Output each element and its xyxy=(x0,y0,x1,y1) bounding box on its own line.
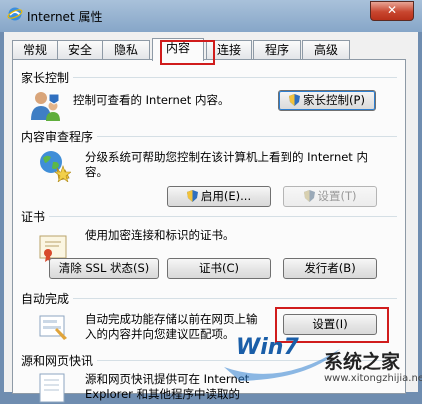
parental-controls-button[interactable]: 家长控制(P) xyxy=(278,90,376,111)
advisor-group-title: 内容审查程序 xyxy=(21,128,98,145)
autocomplete-icon xyxy=(39,315,67,340)
autocomplete-description-line2: 入的内容并向您建议匹配项。 xyxy=(85,327,235,341)
watermark-brand: Win7 xyxy=(236,335,299,360)
watermark: Win7 系统之家 www.xitongzhijia.net xyxy=(220,327,422,389)
tab-advanced[interactable]: 高级 xyxy=(302,40,350,60)
autocomplete-description-line1: 自动完成功能存储以前在网页上输 xyxy=(85,312,258,326)
parental-group-title: 家长控制 xyxy=(21,69,74,86)
shield-icon xyxy=(303,190,315,202)
feeds-icon xyxy=(39,373,65,403)
clear-ssl-button[interactable]: 清除 SSL 状态(S) xyxy=(49,258,159,279)
tab-privacy[interactable]: 隐私 xyxy=(102,40,150,60)
internet-explorer-icon xyxy=(7,7,23,21)
watermark-site: 系统之家 xyxy=(324,351,401,373)
feeds-description-line2: Explorer 和其他程序中读取的 xyxy=(85,387,241,401)
advisor-settings-button[interactable]: 设置(T) xyxy=(283,186,377,207)
parental-control-icon xyxy=(31,92,60,121)
tab-general[interactable]: 常规 xyxy=(12,40,58,60)
certificates-button[interactable]: 证书(C) xyxy=(167,258,271,279)
group-divider xyxy=(21,298,397,299)
close-button[interactable]: ✕ xyxy=(370,1,414,21)
watermark-url: www.xitongzhijia.net xyxy=(324,373,422,384)
tab-programs[interactable]: 程序 xyxy=(253,40,301,60)
advisor-description-line1: 分级系统可帮助您控制在该计算机上看到的 Internet 内 xyxy=(85,150,368,164)
window-title: Internet 属性 xyxy=(27,10,103,24)
close-icon: ✕ xyxy=(386,3,398,17)
globe-icon xyxy=(40,151,71,182)
certificates-description: 使用加密连接和标识的证书。 xyxy=(85,228,235,242)
autocomplete-group-title: 自动完成 xyxy=(21,290,74,307)
tab-security[interactable]: 安全 xyxy=(57,40,103,60)
publishers-button[interactable]: 发行者(B) xyxy=(283,258,377,279)
title-bar: Internet 属性 ✕ xyxy=(0,0,422,32)
group-divider xyxy=(21,77,397,78)
parental-description: 控制可查看的 Internet 内容。 xyxy=(73,93,230,107)
group-divider xyxy=(21,216,397,217)
shield-icon xyxy=(289,94,301,106)
enable-button[interactable]: 启用(E)... xyxy=(167,186,271,207)
certificates-group-title: 证书 xyxy=(21,208,50,225)
advisor-description-line2: 容。 xyxy=(85,165,108,179)
shield-icon xyxy=(186,190,198,202)
feeds-group-title: 源和网页快讯 xyxy=(21,352,98,369)
tab-highlight-box xyxy=(160,40,215,65)
